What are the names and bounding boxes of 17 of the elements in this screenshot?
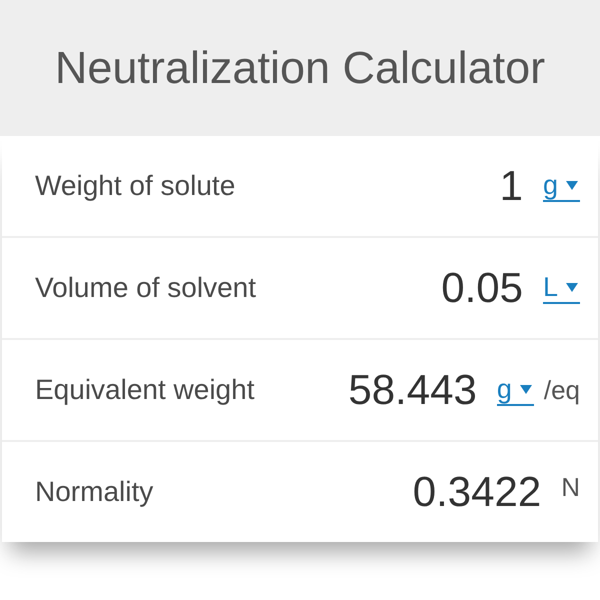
field-label: Normality [35, 476, 154, 508]
value-field[interactable]: 1 [500, 162, 523, 210]
caret-icon [566, 180, 578, 190]
caret-icon [520, 384, 532, 394]
unit-dropdown[interactable]: L [542, 272, 580, 304]
unit-suffix: /eq [544, 374, 580, 406]
value-field[interactable]: 0.05 [441, 264, 523, 312]
value-field[interactable]: 58.443 [348, 366, 477, 414]
field-label: Equivalent weight [35, 374, 254, 406]
value-field[interactable]: 0.3422 [412, 468, 542, 516]
unit-dropdown[interactable]: g [496, 374, 534, 406]
field-label: Volume of solvent [35, 272, 256, 304]
unit-dropdown[interactable]: g [542, 170, 580, 202]
calculator-title: Neutralization Calculator [54, 42, 546, 94]
field-label: Weight of solute [35, 170, 236, 202]
caret-icon [566, 282, 578, 292]
unit-label: N [561, 472, 580, 503]
